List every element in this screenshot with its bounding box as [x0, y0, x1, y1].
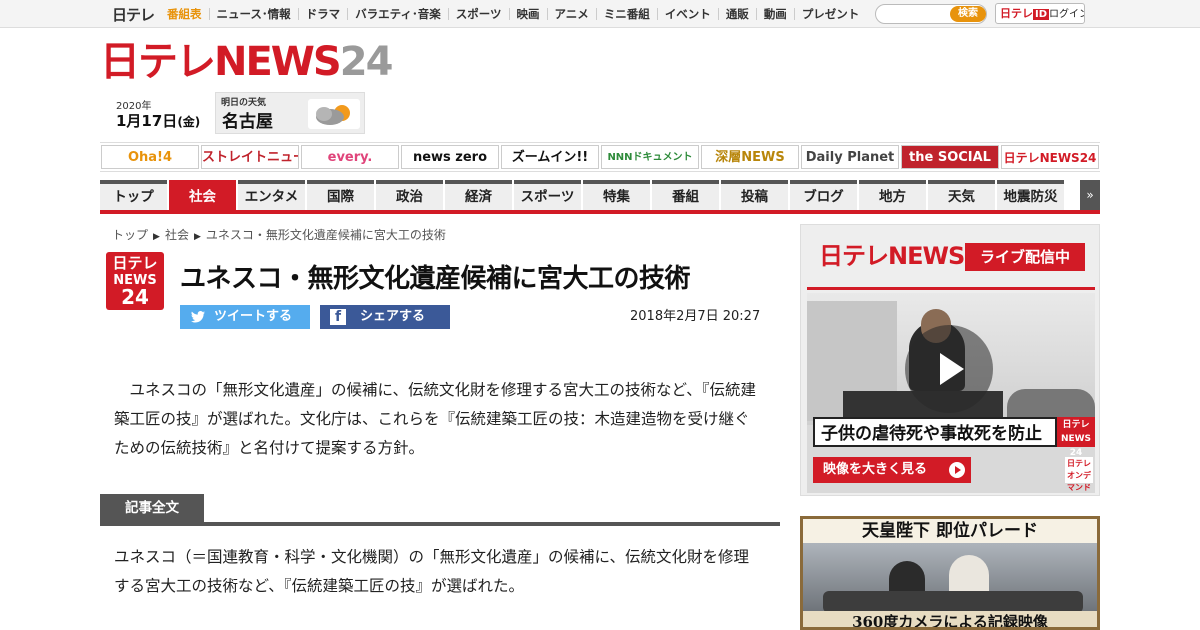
- category-nav: トップ 社会 エンタメ 国際 政治 経済 スポーツ 特集 番組 投稿 ブログ 地…: [100, 180, 1100, 214]
- live-stream-widget: 日テレNEWS24 ライブ配信中 子供の虐待死や事故死を防止 日テレ NEWS …: [800, 224, 1100, 496]
- live-video-player[interactable]: 子供の虐待死や事故死を防止 日テレ NEWS 24 映像を大きく見る 日テレ オ…: [807, 293, 1095, 493]
- parade-title: 天皇陛下 即位パレード: [862, 521, 1038, 541]
- facebook-share-button[interactable]: f シェアする: [320, 305, 450, 329]
- article-lead: ユネスコの「無形文化遺産」の候補に、伝統文化財を修理する宮大工の技術など、『伝統…: [114, 381, 757, 457]
- cloudy-sunny-icon: [308, 99, 360, 129]
- tab-features[interactable]: 特集: [583, 180, 650, 210]
- login-button[interactable]: 日テレIDログイン: [995, 3, 1085, 24]
- article-body: ユネスコ（＝国連教育・科学・文化機関）の「無形文化遺産」の候補に、伝統文化財を修…: [114, 548, 750, 595]
- top-link-drama[interactable]: ドラマ: [297, 8, 348, 20]
- program-shinso-news[interactable]: 深層NEWS: [701, 145, 799, 169]
- video-caption: 子供の虐待死や事故死を防止: [813, 417, 1057, 447]
- top-link-sports[interactable]: スポーツ: [447, 8, 509, 20]
- tab-sports[interactable]: スポーツ: [514, 180, 581, 210]
- live-divider: [807, 287, 1095, 290]
- program-zoomin[interactable]: ズームイン!!: [501, 145, 599, 169]
- facebook-icon: f: [330, 309, 346, 325]
- section-full-text-label: 記事全文: [100, 494, 204, 522]
- parade-subtitle: 360度カメラによる記録映像: [803, 611, 1097, 627]
- tab-submissions[interactable]: 投稿: [721, 180, 788, 210]
- site-logo-number: 24: [339, 39, 394, 85]
- program-news-zero[interactable]: news zero: [401, 145, 499, 169]
- program-every[interactable]: every.: [301, 145, 399, 169]
- top-link-variety[interactable]: バラエティ･音楽: [347, 8, 448, 20]
- breadcrumb-arrow-icon: ▶: [193, 232, 201, 242]
- program-nnn-document[interactable]: NNNドキュメント: [601, 145, 699, 169]
- tab-disaster[interactable]: 地震防災: [997, 180, 1064, 210]
- login-label: ログイン: [1049, 9, 1084, 20]
- tab-blog[interactable]: ブログ: [790, 180, 857, 210]
- tab-entertainment[interactable]: エンタメ: [238, 180, 305, 210]
- breadcrumb-current: ユネスコ・無形文化遺産候補に宮大工の技術: [205, 228, 446, 242]
- parade-photo-car: [823, 591, 1083, 613]
- more-categories-icon[interactable]: »: [1080, 180, 1100, 210]
- top-bar: 日テレ 番組表 ニュース･情報 ドラマ バラエティ･音楽 スポーツ 映画 アニメ…: [0, 0, 1200, 28]
- tab-economy[interactable]: 経済: [445, 180, 512, 210]
- video-caption-logo: 日テレ NEWS 24: [1057, 417, 1095, 458]
- section-header: 記事全文: [100, 494, 780, 526]
- share-label: シェアする: [360, 309, 426, 324]
- tab-top[interactable]: トップ: [100, 180, 167, 210]
- top-link-schedule[interactable]: 番組表: [160, 8, 209, 20]
- tab-programs[interactable]: 番組: [652, 180, 719, 210]
- search-button[interactable]: 検索: [950, 6, 986, 22]
- live-badge[interactable]: ライブ配信中: [965, 243, 1085, 271]
- tab-society[interactable]: 社会: [169, 180, 236, 210]
- top-link-video[interactable]: 動画: [755, 8, 794, 20]
- weather-widget[interactable]: 明日の天気 名古屋: [215, 92, 365, 134]
- top-link-shopping[interactable]: 通販: [717, 8, 756, 20]
- top-link-anime[interactable]: アニメ: [546, 8, 596, 20]
- site-logo-main: 日テレNEWS: [100, 39, 342, 85]
- watch-large-button[interactable]: 映像を大きく見る: [813, 457, 971, 483]
- tab-politics[interactable]: 政治: [376, 180, 443, 210]
- program-daily-planet[interactable]: Daily Planet: [801, 145, 899, 169]
- ntv-ondemand-logo: 日テレ オンデマンド: [1065, 457, 1093, 492]
- parade-photo: [803, 543, 1097, 613]
- top-link-mini[interactable]: ミニ番組: [595, 8, 657, 20]
- date-weekday: (金): [177, 115, 201, 129]
- tab-international[interactable]: 国際: [307, 180, 374, 210]
- site-logo[interactable]: 日テレNEWS24: [100, 39, 394, 85]
- tweet-label: ツイートする: [214, 309, 293, 324]
- tab-regional[interactable]: 地方: [859, 180, 926, 210]
- weather-city: 名古屋: [222, 112, 273, 132]
- publish-date: 2018年2月7日 20:27: [630, 309, 761, 324]
- top-link-present[interactable]: プレゼント: [793, 8, 867, 20]
- badge-line-1: 日テレ: [112, 254, 158, 272]
- arrow-right-icon: [949, 462, 965, 478]
- top-link-news[interactable]: ニュース･情報: [208, 8, 298, 20]
- top-link-movie[interactable]: 映画: [508, 8, 547, 20]
- badge-line-3: 24: [121, 285, 149, 309]
- program-ntv-news24[interactable]: 日テレNEWS24: [1001, 145, 1099, 169]
- parade-banner[interactable]: 天皇陛下 即位パレード 360度カメラによる記録映像: [800, 516, 1100, 630]
- tab-weather[interactable]: 天気: [928, 180, 995, 210]
- top-link-event[interactable]: イベント: [656, 8, 718, 20]
- program-the-social[interactable]: the SOCIAL: [901, 145, 999, 169]
- tweet-button[interactable]: ツイートする: [180, 305, 310, 329]
- date-day-text: 1月17日: [116, 112, 178, 130]
- login-brand: 日テレ: [1000, 7, 1033, 20]
- program-straight-news[interactable]: ストレイトニュース: [201, 145, 299, 169]
- top-links: 番組表 ニュース･情報 ドラマ バラエティ･音楽 スポーツ 映画 アニメ ミニ番…: [160, 0, 866, 28]
- breadcrumb-top[interactable]: トップ: [112, 228, 148, 242]
- breadcrumb-arrow-icon: ▶: [153, 232, 160, 242]
- twitter-bird-icon: [190, 309, 206, 325]
- ntv-logo[interactable]: 日テレ: [112, 4, 155, 25]
- live-logo-main: 日テレNEWS: [819, 242, 965, 270]
- play-icon[interactable]: [905, 325, 993, 413]
- breadcrumb: トップ ▶ 社会 ▶ ユネスコ・無形文化遺産候補に宮大工の技術: [112, 226, 446, 243]
- date-day: 1月17日(金): [116, 110, 200, 131]
- login-id: ID: [1033, 9, 1050, 20]
- program-oha4[interactable]: Oha!4: [101, 145, 199, 169]
- article-headline: ユネスコ・無形文化遺産候補に宮大工の技術: [180, 264, 691, 294]
- news24-badge: 日テレ NEWS 24: [106, 252, 164, 310]
- breadcrumb-society[interactable]: 社会: [165, 228, 189, 242]
- program-strip: Oha!4 ストレイトニュース every. news zero ズームイン!!…: [100, 142, 1100, 172]
- watch-large-label: 映像を大きく見る: [823, 462, 928, 477]
